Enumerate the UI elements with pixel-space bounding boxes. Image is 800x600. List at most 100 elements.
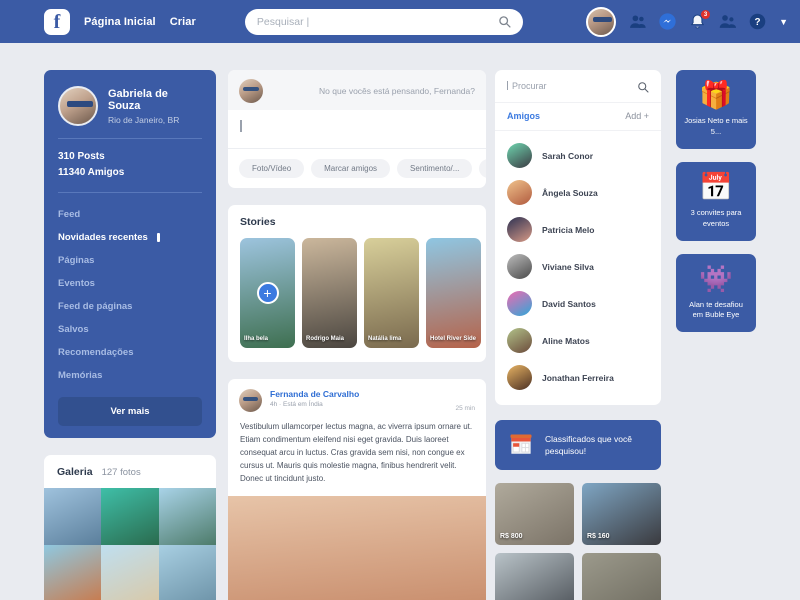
classified-item[interactable] [582,553,661,600]
friends-icon[interactable] [629,13,646,30]
sidebar-item-label: Recomendações [58,347,134,358]
top-navigation-bar: f Página Inicial Criar 3 [0,0,800,43]
see-more-button[interactable]: Ver mais [58,397,202,426]
list-item[interactable]: Patricia Melo [495,211,661,248]
friends-panel: Procurar Amigos Add + Sarah Conor Ângela… [495,70,661,405]
avatar[interactable] [239,79,263,103]
friend-name: Jonathan Ferreira [542,372,614,383]
avatar [507,143,532,168]
gallery-photo[interactable] [44,488,102,546]
search-input[interactable] [256,15,498,28]
avatar[interactable] [58,86,98,126]
friend-requests-icon[interactable] [719,13,737,30]
post-timestamp: 25 min [455,405,475,412]
add-photo-video-button[interactable]: Foto/Vídeo [239,159,305,178]
gallery-photo[interactable] [101,488,159,546]
list-item[interactable]: Aline Matos [495,322,661,359]
friends-search-box[interactable]: Procurar [495,70,661,103]
avatar [507,365,532,390]
sidebar-item-feed-de-paginas[interactable]: Feed de páginas [58,295,202,318]
stories-card: Stories + Ilha bela Rodrigo Maia Natália… [228,205,486,362]
story-item[interactable]: Natália lima [364,238,419,348]
svg-text:?: ? [755,17,761,28]
classifieds-grid: R$ 800 R$ 160 [495,483,661,600]
nav-home[interactable]: Página Inicial [84,16,156,28]
sidebar-item-novidades-recentes[interactable]: Novidades recentes [58,226,202,249]
add-story-icon[interactable]: + [256,282,279,304]
sidebar-item-salvos[interactable]: Salvos [58,318,202,341]
notification-card-gift[interactable]: 🎁 Josias Neto e mais 5... [676,70,756,149]
help-icon[interactable]: ? [749,13,766,30]
nav-create[interactable]: Criar [170,16,196,28]
list-item[interactable]: Sarah Conor [495,137,661,174]
friends-tabs: Amigos Add + [495,103,661,131]
feeling-activity-button[interactable]: Sentimento/... [397,159,473,178]
sidebar-item-paginas[interactable]: Páginas [58,249,202,272]
story-label: Hotel River Side [430,336,477,343]
post-author-name[interactable]: Fernanda de Carvalho [270,389,359,399]
post-header: Fernanda de Carvalho 4h · Está em Índia … [228,379,486,419]
game-icon: 👾 [699,263,733,294]
story-item[interactable]: Rodrigo Maia [302,238,357,348]
sidebar-item-feed[interactable]: Feed [58,203,202,226]
notification-card-game[interactable]: 👾 Alan te desafiou em Buble Eye [676,253,756,333]
tab-amigos[interactable]: Amigos [507,111,540,121]
post-image[interactable] [228,495,486,600]
bell-icon[interactable]: 3 [689,10,711,30]
post-text: Vestibulum ullamcorper lectus magna, ac … [240,422,473,483]
notification-badge: 3 [701,10,711,19]
list-item[interactable]: Ângela Souza [495,174,661,211]
list-item[interactable]: David Santos [495,285,661,322]
friend-name: David Santos [542,298,596,309]
messenger-icon[interactable] [659,13,676,30]
classified-item[interactable]: R$ 800 [495,483,574,545]
notification-text: Josias Neto e mais 5... [684,116,748,136]
classifieds-text: Classificados que você pesquisou! [545,433,632,456]
friends-list: Sarah Conor Ângela Souza Patricia Melo V… [495,131,661,405]
shop-icon [507,431,535,459]
classified-item[interactable] [495,553,574,600]
search-icon [498,15,511,28]
classified-item[interactable]: R$ 160 [582,483,661,545]
sidebar-item-memorias[interactable]: Memórias [58,364,202,387]
profile-header: Gabriela de Souza Rio de Janeiro, BR [58,86,202,126]
add-friend-button[interactable]: Add + [625,111,649,121]
friend-name: Ângela Souza [542,187,598,198]
composer-prompt: No que vocês está pensando, Fernanda? [319,86,475,96]
left-sidebar: Gabriela de Souza Rio de Janeiro, BR 310… [44,70,216,600]
gallery-photo[interactable] [101,545,159,600]
friend-count: 11340 Amigos [58,166,125,178]
profile-card: Gabriela de Souza Rio de Janeiro, BR 310… [44,70,216,438]
sidebar-item-eventos[interactable]: Eventos [58,272,202,295]
post-count: 310 Posts [58,151,105,162]
search-box[interactable] [244,8,523,35]
composer-input[interactable] [228,110,486,149]
gallery-photo[interactable] [158,488,216,546]
gallery-photo[interactable] [158,545,216,600]
chevron-down-icon[interactable]: ▼ [779,17,788,27]
story-item[interactable]: Hotel River Side [426,238,481,348]
avatar[interactable] [239,389,262,412]
story-label: Rodrigo Maia [306,336,345,343]
gallery-photo[interactable] [44,545,102,600]
story-item[interactable]: + Ilha bela [240,238,295,348]
more-options-button[interactable]: ••• [479,159,486,178]
notification-card-events[interactable]: 📅 3 convites para eventos [676,161,756,241]
list-item[interactable]: Jonathan Ferreira [495,359,661,396]
price-label: R$ 160 [587,533,610,540]
gallery-card: Galeria 127 fotos [44,455,216,600]
friend-name: Aline Matos [542,335,590,346]
facebook-logo-icon[interactable]: f [44,8,70,35]
classifieds-banner[interactable]: Classificados que você pesquisou! [495,420,661,470]
gift-icon: 🎁 [699,80,733,110]
active-indicator-icon [156,233,160,242]
friends-search-input[interactable]: Procurar [507,81,637,91]
divider [58,192,202,193]
story-label: Ilha bela [244,336,269,343]
tag-friends-button[interactable]: Marcar amigos [311,159,391,178]
avatar[interactable] [586,6,617,37]
sidebar-item-recomendacoes[interactable]: Recomendações [58,341,202,364]
list-item[interactable]: Viviane Silva [495,248,661,285]
gallery-title: Galeria [57,466,93,478]
avatar [507,328,532,353]
